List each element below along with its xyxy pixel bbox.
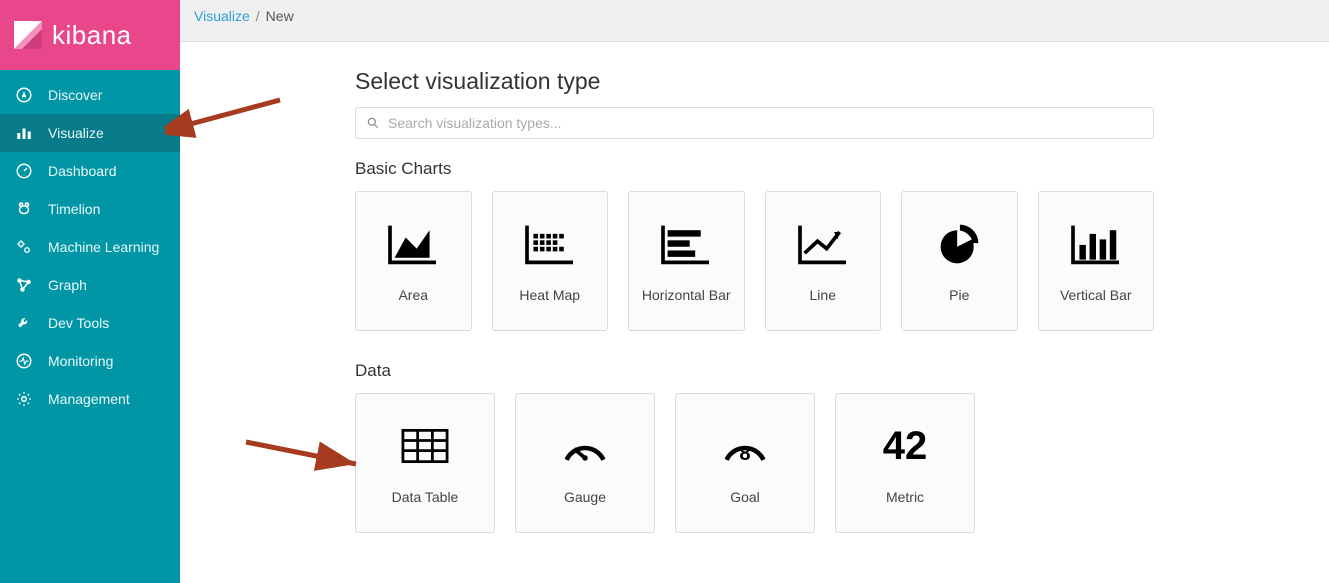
sidebar-item-label: Visualize [48,125,104,141]
viz-card-label: Area [398,287,428,303]
sidebar-item-graph[interactable]: Graph [0,266,180,304]
goal-icon: 8 [715,421,775,471]
sidebar-item-label: Dev Tools [48,315,109,331]
viz-card-label: Vertical Bar [1060,287,1132,303]
section-title-basic: Basic Charts [355,159,1154,179]
viz-card-horizontal-bar[interactable]: Horizontal Bar [628,191,745,331]
bar-chart-icon [14,123,34,143]
sidebar-item-label: Dashboard [48,163,117,179]
sidebar-item-label: Graph [48,277,87,293]
viz-card-label: Heat Map [519,287,580,303]
sidebar-item-monitoring[interactable]: Monitoring [0,342,180,380]
search-input[interactable] [388,115,1143,131]
viz-card-label: Pie [949,287,969,303]
viz-card-heat-map[interactable]: Heat Map [492,191,609,331]
compass-icon [14,85,34,105]
viz-card-data-table[interactable]: Data Table [355,393,495,533]
sidebar-item-label: Monitoring [48,353,113,369]
sidebar-item-machine-learning[interactable]: Machine Learning [0,228,180,266]
nav: Discover Visualize Dashboard [0,70,180,418]
content: Select visualization type Basic Charts A… [180,42,1329,583]
search-icon [366,116,380,130]
vertical-bar-icon [1066,219,1126,269]
breadcrumb-bar: Visualize / New [180,0,1329,42]
gauge-arc-icon [555,421,615,471]
card-row-data: Data Table Gauge 8 [355,393,1154,533]
viz-card-label: Line [810,287,836,303]
viz-card-label: Data Table [392,489,459,505]
breadcrumb-current: New [266,8,294,24]
graph-icon [14,275,34,295]
section-title-data: Data [355,361,1154,381]
heat-map-icon [520,219,580,269]
viz-card-pie[interactable]: Pie [901,191,1018,331]
viz-card-vertical-bar[interactable]: Vertical Bar [1038,191,1155,331]
viz-card-label: Goal [730,489,760,505]
viz-card-label: Gauge [564,489,606,505]
viz-card-area[interactable]: Area [355,191,472,331]
pie-chart-icon [929,219,989,269]
gauge-icon [14,161,34,181]
search-wrap[interactable] [355,107,1154,139]
bear-icon [14,199,34,219]
card-row-basic: Area Heat Map [355,191,1154,331]
gears-icon [14,237,34,257]
sidebar-item-label: Management [48,391,130,407]
metric-icon: 42 [875,421,935,471]
page-title: Select visualization type [355,68,1154,95]
breadcrumb-link-visualize[interactable]: Visualize [194,8,250,24]
horizontal-bar-icon [656,219,716,269]
wrench-icon [14,313,34,333]
brand: kibana [0,0,180,70]
sidebar-item-dev-tools[interactable]: Dev Tools [0,304,180,342]
sidebar-item-label: Discover [48,87,102,103]
metric-value: 42 [883,426,928,466]
brand-name: kibana [52,20,132,51]
breadcrumb-separator: / [256,8,260,24]
viz-card-gauge[interactable]: Gauge [515,393,655,533]
viz-card-line[interactable]: Line [765,191,882,331]
cog-icon [14,389,34,409]
viz-card-label: Horizontal Bar [642,287,731,303]
sidebar-item-management[interactable]: Management [0,380,180,418]
area-chart-icon [383,219,443,269]
viz-card-metric[interactable]: 42 Metric [835,393,975,533]
sidebar-item-discover[interactable]: Discover [0,76,180,114]
data-table-icon [395,421,455,471]
svg-text:8: 8 [739,443,750,465]
viz-card-label: Metric [886,489,924,505]
sidebar-item-timelion[interactable]: Timelion [0,190,180,228]
sidebar-item-label: Timelion [48,201,100,217]
main: Visualize / New Select visualization typ… [180,0,1329,583]
heartbeat-icon [14,351,34,371]
viz-card-goal[interactable]: 8 Goal [675,393,815,533]
sidebar: kibana Discover Visualize [0,0,180,583]
kibana-logo-icon [12,19,44,51]
line-chart-icon [793,219,853,269]
sidebar-item-dashboard[interactable]: Dashboard [0,152,180,190]
sidebar-item-label: Machine Learning [48,239,159,255]
sidebar-item-visualize[interactable]: Visualize [0,114,180,152]
